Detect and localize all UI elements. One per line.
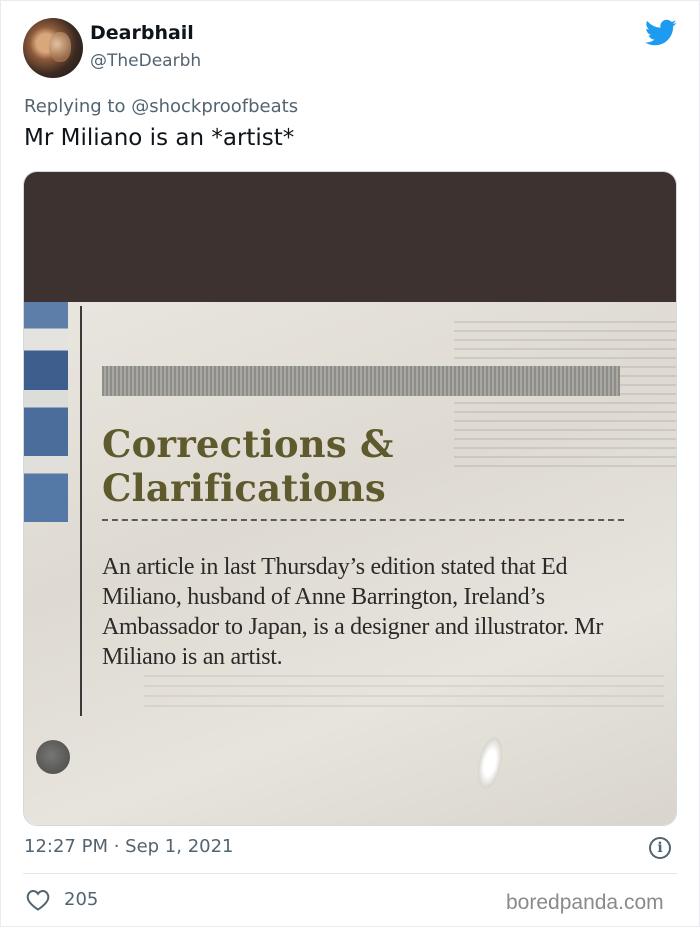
clipping-body-text: An article in last Thursday’s edition st… [102,554,604,670]
replying-to-label: Replying to [24,96,126,117]
clipping-headline: Corrections & Clarifications [102,422,622,510]
tweet-photo[interactable]: Corrections & Clarifications An article … [23,171,677,826]
clipping-headline-line2: Clarifications [102,466,386,510]
dashed-divider [102,519,624,521]
tweet-text: Mr Miliano is an *artist* [24,125,295,151]
reply-mention-link[interactable]: @shockproofbeats [131,96,298,117]
punch-hole [36,740,70,774]
divider [23,873,677,874]
blue-stripe-edge [24,302,68,522]
display-name[interactable]: Dearbhail [90,22,194,44]
user-handle[interactable]: @TheDearbh [90,51,201,71]
heart-icon[interactable] [26,889,50,911]
column-rule [80,306,82,716]
twitter-bird-icon [645,19,677,46]
like-count: 205 [64,889,99,910]
tweet-timestamp[interactable]: 12:27 PM · Sep 1, 2021 [24,836,234,857]
faded-footer-text [144,667,664,707]
clipping-headline-line1: Corrections & [102,422,394,466]
grey-header-bar [102,366,620,396]
photo-dark-background [24,172,676,302]
replying-to: Replying to @shockproofbeats [24,96,298,117]
info-icon[interactable]: i [649,837,671,859]
watermark: boredpanda.com [506,891,664,914]
avatar[interactable] [23,18,83,78]
